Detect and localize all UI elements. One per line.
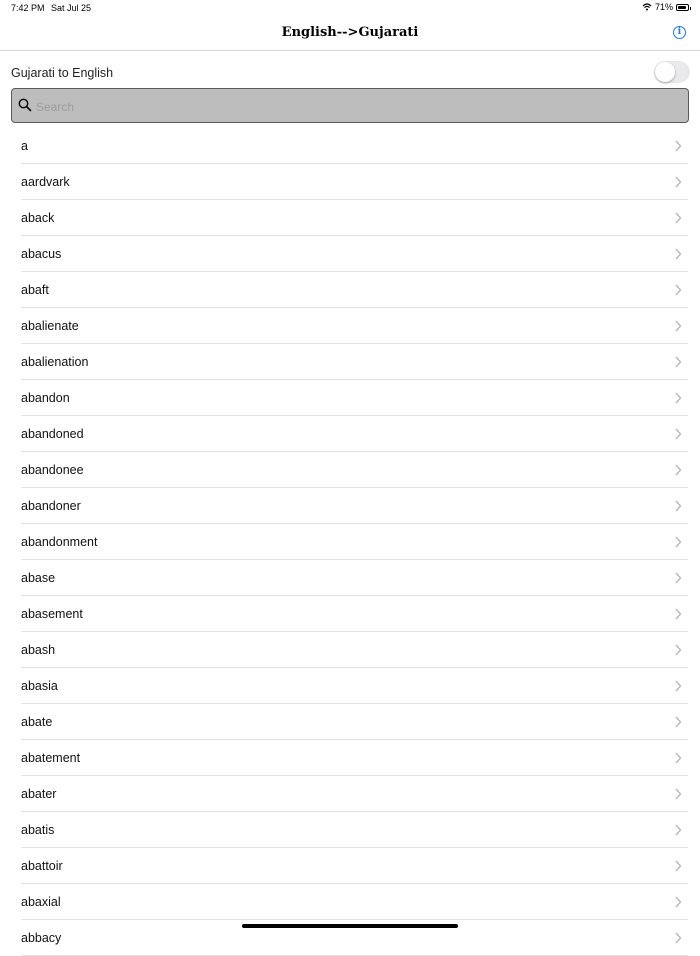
list-item[interactable]: abaft — [21, 272, 688, 308]
chevron-right-icon — [675, 860, 682, 872]
home-indicator — [242, 924, 458, 928]
list-item[interactable]: abase — [21, 560, 688, 596]
search-input[interactable] — [34, 95, 678, 119]
status-bar: 7:42 PM Sat Jul 25 71% — [0, 0, 700, 16]
list-item[interactable]: abasement — [21, 596, 688, 632]
list-item-label: abasia — [21, 679, 58, 693]
list-item[interactable]: abandonee — [21, 452, 688, 488]
list-item[interactable]: abatis — [21, 812, 688, 848]
list-item-label: abaxial — [21, 895, 61, 909]
battery-icon — [676, 3, 691, 11]
list-item[interactable]: aardvark — [21, 164, 688, 200]
search-bar[interactable] — [11, 88, 689, 123]
list-item-label: abacus — [21, 247, 62, 261]
chevron-right-icon — [675, 716, 682, 728]
list-item-label: abandonment — [21, 535, 98, 549]
chevron-right-icon — [675, 212, 682, 224]
wifi-icon — [642, 3, 652, 11]
direction-toggle-row: Gujarati to English — [0, 52, 700, 88]
list-item-label: abase — [21, 571, 56, 585]
list-item-label: aardvark — [21, 175, 70, 189]
chevron-right-icon — [675, 644, 682, 656]
chevron-right-icon — [675, 320, 682, 332]
list-item[interactable]: abate — [21, 704, 688, 740]
page-title: English-->Gujarati — [281, 25, 419, 40]
chevron-right-icon — [675, 428, 682, 440]
info-icon[interactable]: i — [673, 26, 686, 39]
list-item[interactable]: abaxial — [21, 884, 688, 920]
list-item[interactable]: abandon — [21, 380, 688, 416]
battery-percent: 71% — [654, 2, 673, 12]
list-item[interactable]: a — [21, 128, 688, 164]
chevron-right-icon — [675, 896, 682, 908]
toggle-knob — [655, 62, 675, 82]
list-item[interactable]: abatement — [21, 740, 688, 776]
direction-toggle-label: Gujarati to English — [11, 66, 114, 80]
list-item-label: abalienation — [21, 355, 89, 369]
search-icon — [18, 98, 32, 112]
list-item-label: a — [21, 139, 28, 153]
list-item-label: abandonee — [21, 463, 84, 477]
list-item-label: aback — [21, 211, 55, 225]
list-item[interactable]: abandoned — [21, 416, 688, 452]
list-item-label: abandoned — [21, 427, 84, 441]
status-indicators: 71% — [642, 2, 691, 12]
list-item[interactable]: abacus — [21, 236, 688, 272]
navigation-bar: English-->Gujarati i — [0, 16, 700, 51]
chevron-right-icon — [675, 680, 682, 692]
list-item-label: abbacy — [21, 931, 62, 945]
chevron-right-icon — [675, 464, 682, 476]
list-item[interactable]: abandoner — [21, 488, 688, 524]
chevron-right-icon — [675, 572, 682, 584]
list-item-label: abandon — [21, 391, 70, 405]
list-item-label: abate — [21, 715, 53, 729]
list-item-label: abattoir — [21, 859, 63, 873]
chevron-right-icon — [675, 824, 682, 836]
chevron-right-icon — [675, 752, 682, 764]
list-item[interactable]: abalienation — [21, 344, 688, 380]
chevron-right-icon — [675, 608, 682, 620]
list-item-label: abasement — [21, 607, 83, 621]
list-item-label: abatis — [21, 823, 55, 837]
list-item[interactable]: abater — [21, 776, 688, 812]
list-item[interactable]: abash — [21, 632, 688, 668]
chevron-right-icon — [675, 500, 682, 512]
list-item[interactable]: abalienate — [21, 308, 688, 344]
list-item-label: abater — [21, 787, 57, 801]
chevron-right-icon — [675, 176, 682, 188]
chevron-right-icon — [675, 788, 682, 800]
status-date: Sat Jul 25 — [51, 3, 92, 13]
chevron-right-icon — [675, 536, 682, 548]
list-item[interactable]: abasia — [21, 668, 688, 704]
list-item[interactable]: abandonment — [21, 524, 688, 560]
list-item-label: abalienate — [21, 319, 79, 333]
list-item-label: abaft — [21, 283, 49, 297]
word-list: a aardvark aback abacus abaft abalienate abali… — [0, 128, 700, 956]
list-item[interactable]: abattoir — [21, 848, 688, 884]
chevron-right-icon — [675, 284, 682, 296]
chevron-right-icon — [675, 248, 682, 260]
chevron-right-icon — [675, 140, 682, 152]
direction-toggle-switch[interactable] — [654, 61, 690, 83]
chevron-right-icon — [675, 392, 682, 404]
list-item[interactable]: aback — [21, 200, 688, 236]
status-time: 7:42 PM — [11, 3, 45, 13]
list-item-label: abandoner — [21, 499, 81, 513]
chevron-right-icon — [675, 356, 682, 368]
list-item-label: abatement — [21, 751, 81, 765]
list-item-label: abash — [21, 643, 56, 657]
